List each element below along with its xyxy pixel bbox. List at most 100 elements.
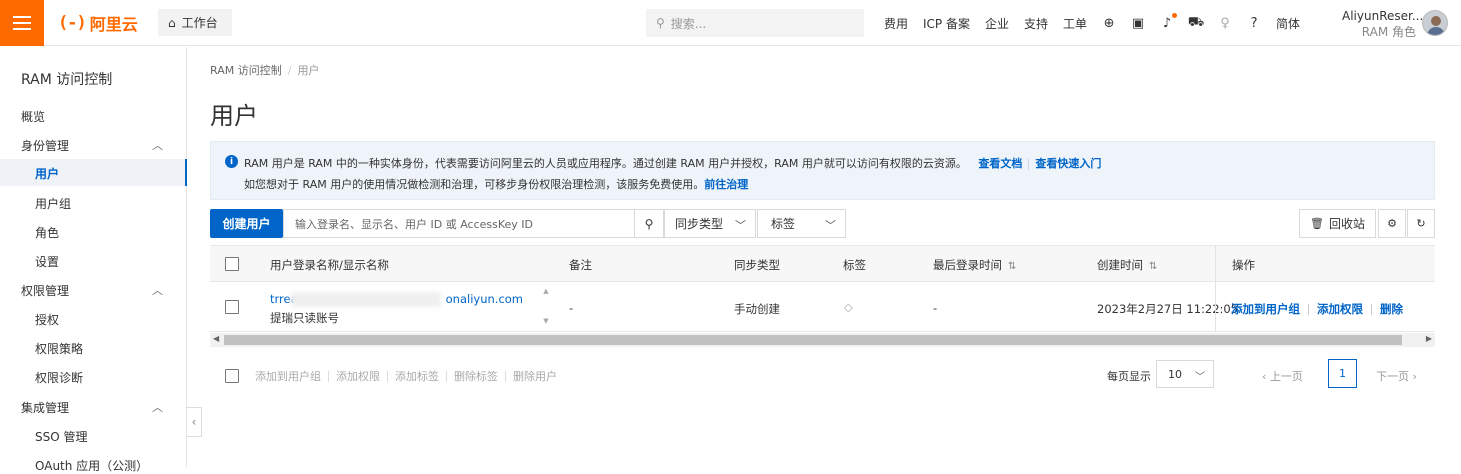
view-docs-link[interactable]: 查看文档 <box>978 157 1022 170</box>
breadcrumb-root[interactable]: RAM 访问控制 <box>210 64 282 77</box>
table-header: 用户登录名称/显示名称 备注 同步类型 标签 最后登录时间 ⇅ 创建时间 ⇅ 操作 <box>210 245 1435 282</box>
sidebar-collapse-button[interactable]: ‹ <box>187 407 202 437</box>
sidebar-item-diagnosis[interactable]: 权限诊断 <box>35 369 83 386</box>
recycle-bin-button[interactable]: 🗑 回收站 <box>1299 209 1376 238</box>
lightbulb-icon[interactable]: ♀ <box>1218 16 1232 31</box>
chevron-down-icon: ﹀ <box>825 219 836 232</box>
page-number-1[interactable]: 1 <box>1328 359 1357 388</box>
col-sync-type: 同步类型 <box>734 258 780 272</box>
sidebar-item-settings[interactable]: 设置 <box>35 253 59 270</box>
sidebar-item-overview[interactable]: 概览 <box>21 108 45 125</box>
help-icon[interactable]: ? <box>1247 16 1261 31</box>
user-last-login: - <box>933 301 938 315</box>
go-governance-link[interactable]: 前往治理 <box>704 178 748 191</box>
bulk-select-checkbox[interactable] <box>225 369 239 383</box>
col-created-label: 创建时间 <box>1097 258 1143 272</box>
info-line-2: 如您想对于 RAM 用户的使用情况做检测和治理，可移步身份权限治理检测，该服务免… <box>244 176 748 192</box>
recycle-bin-label: 回收站 <box>1328 217 1365 231</box>
top-navbar: (-) 阿里云 ⌂ 工作台 ⚲ 搜索... 费用 ICP 备案 企业 支持 工单… <box>0 0 1461 46</box>
language-switch[interactable]: 简体 <box>1276 15 1300 32</box>
trash-icon: 🗑 <box>1310 217 1324 230</box>
bulk-delete-user[interactable]: 删除用户 <box>513 368 557 384</box>
menu-icon[interactable] <box>0 0 44 46</box>
nav-fees[interactable]: 费用 <box>884 15 908 32</box>
delete-link[interactable]: 删除 <box>1380 301 1403 317</box>
horizontal-scrollbar[interactable]: ◀ ▶ <box>210 333 1435 347</box>
col-login-name: 用户登录名称/显示名称 <box>270 258 389 272</box>
sidebar-item-oauth[interactable]: OAuth 应用（公测） <box>35 457 148 474</box>
aliyun-logo[interactable]: (-) 阿里云 <box>58 12 138 34</box>
refresh-button[interactable]: ↻ <box>1407 209 1435 238</box>
bulk-remove-tag[interactable]: 删除标签 <box>454 368 498 384</box>
cart-icon[interactable]: ⛟ <box>1188 15 1204 30</box>
home-icon: ⌂ <box>168 15 176 30</box>
nav-enterprise[interactable]: 企业 <box>985 15 1009 32</box>
sidebar-item-roles[interactable]: 角色 <box>35 224 59 241</box>
chevron-down-icon: ﹀ <box>735 219 746 232</box>
sidebar-item-policies[interactable]: 权限策略 <box>35 340 83 357</box>
tag-icon[interactable]: ◇ <box>844 300 853 314</box>
global-search-placeholder: 搜索... <box>670 16 707 31</box>
next-page-label: 下一页 <box>1376 370 1409 383</box>
bulk-add-to-group[interactable]: 添加到用户组 <box>255 368 321 384</box>
per-page-select[interactable]: 10 ﹀ <box>1156 360 1214 388</box>
chevron-up-icon[interactable]: ︿ <box>152 137 163 153</box>
tag-select-label: 标签 <box>771 217 796 231</box>
avatar[interactable] <box>1422 10 1448 36</box>
row-checkbox[interactable] <box>225 300 239 314</box>
add-to-group-link[interactable]: 添加到用户组 <box>1231 301 1300 317</box>
login-name-suffix: onaliyun.com <box>445 292 524 306</box>
prev-page-button[interactable]: ‹ 上一页 <box>1262 368 1303 384</box>
global-search[interactable]: ⚲ 搜索... <box>646 9 864 37</box>
sync-type-select[interactable]: 同步类型 ﹀ <box>664 209 756 238</box>
sidebar-item-user-groups[interactable]: 用户组 <box>35 195 71 212</box>
info-line-1: RAM 用户是 RAM 中的一种实体身份，代表需要访问阿里云的人员或应用程序。通… <box>244 155 1101 171</box>
sidebar-item-users[interactable]: 用户 <box>0 159 187 186</box>
sidebar-group-permissions[interactable]: 权限管理 <box>21 282 69 299</box>
nav-icp[interactable]: ICP 备案 <box>923 15 970 32</box>
col-last-login[interactable]: 最后登录时间 ⇅ <box>933 257 1016 273</box>
scroll-left-icon[interactable]: ◀ <box>213 334 219 343</box>
col-tags: 标签 <box>843 258 866 272</box>
workbench-button[interactable]: ⌂ 工作台 <box>158 9 232 36</box>
scrollbar-thumb[interactable] <box>224 335 1402 345</box>
scroll-right-icon[interactable]: ▶ <box>1426 334 1432 343</box>
bulk-add-permission[interactable]: 添加权限 <box>336 368 380 384</box>
prev-page-label: 上一页 <box>1269 370 1303 383</box>
sidebar-title: RAM 访问控制 <box>21 72 113 88</box>
select-all-checkbox[interactable] <box>225 257 239 271</box>
sidebar-group-identity[interactable]: 身份管理 <box>21 137 69 154</box>
chevron-right-icon: › <box>1409 370 1417 383</box>
col-actions: 操作 <box>1232 258 1255 272</box>
chevron-up-icon[interactable]: ︿ <box>152 282 163 298</box>
breadcrumb: RAM 访问控制 / 用户 <box>210 64 320 77</box>
tag-select[interactable]: 标签 ﹀ <box>757 209 846 238</box>
terminal-icon[interactable]: ▣ <box>1131 16 1145 31</box>
user-info[interactable]: AliyunReser... RAM 角色 <box>1342 8 1424 40</box>
cloud-shell-icon[interactable]: ⊕ <box>1102 16 1116 31</box>
nav-support[interactable]: 支持 <box>1024 15 1048 32</box>
create-user-button[interactable]: 创建用户 <box>210 209 283 238</box>
settings-button[interactable]: ⚙ <box>1378 209 1406 238</box>
bulk-add-tag[interactable]: 添加标签 <box>395 368 439 384</box>
sidebar-item-grants[interactable]: 授权 <box>35 311 59 328</box>
user-name: AliyunReser... <box>1342 9 1424 23</box>
col-created[interactable]: 创建时间 ⇅ <box>1097 257 1157 273</box>
search-button[interactable]: ⚲ <box>634 209 664 238</box>
sidebar-item-sso[interactable]: SSO 管理 <box>35 428 88 445</box>
user-search-input[interactable]: 输入登录名、显示名、用户 ID 或 AccessKey ID <box>283 209 635 238</box>
page-title: 用户 <box>210 102 258 130</box>
user-created-time: 2023年2月27日 11:22:05 <box>1097 302 1239 316</box>
next-page-button[interactable]: 下一页 › <box>1376 368 1417 384</box>
add-permission-link[interactable]: 添加权限 <box>1317 301 1363 317</box>
chevron-left-icon: ‹ <box>1262 370 1270 383</box>
chevron-up-icon[interactable]: ︿ <box>152 399 163 415</box>
nav-ticket[interactable]: 工单 <box>1063 15 1087 32</box>
sidebar-group-integration[interactable]: 集成管理 <box>21 399 69 416</box>
cell-scrollbar[interactable]: ▲ ▼ <box>539 285 553 330</box>
bell-icon[interactable]: ♪ <box>1160 13 1178 31</box>
breadcrumb-current: 用户 <box>297 64 320 77</box>
sync-type-label: 同步类型 <box>675 217 724 231</box>
search-icon: ⚲ <box>656 16 665 30</box>
quick-start-link[interactable]: 查看快速入门 <box>1035 157 1101 170</box>
